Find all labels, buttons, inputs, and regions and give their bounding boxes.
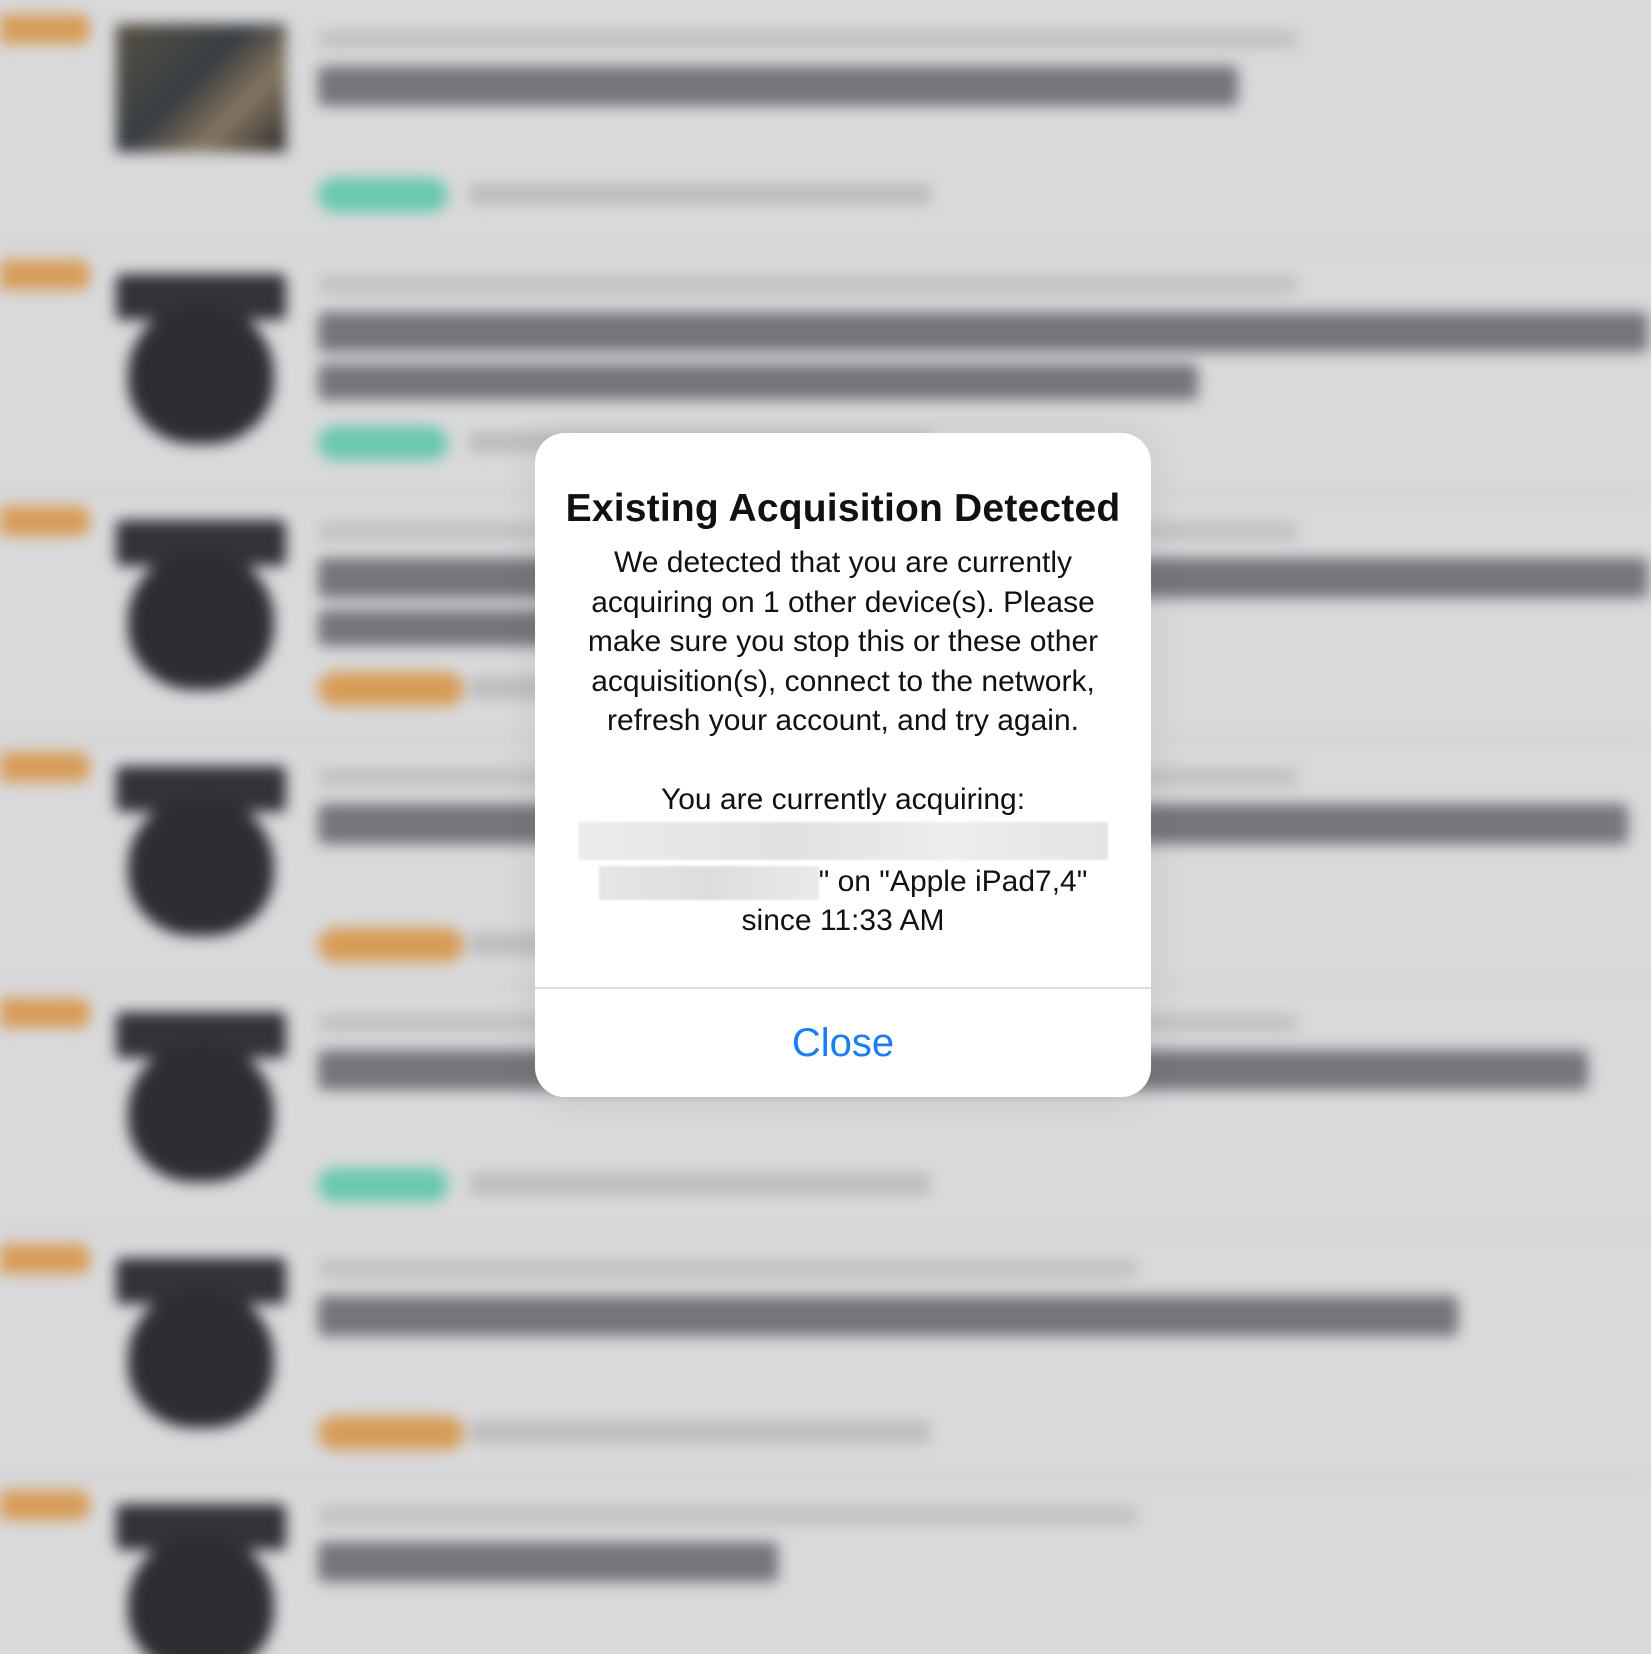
close-button[interactable]: Close: [535, 989, 1151, 1097]
alert-message: We detected that you are currently acqui…: [587, 546, 1099, 737]
alert-title: Existing Acquisition Detected: [565, 487, 1121, 530]
alert-detail-heading: You are currently acquiring:: [660, 783, 1026, 816]
app-screen: Existing Acquisition Detected We detecte…: [0, 0, 1651, 1654]
existing-acquisition-alert: Existing Acquisition Detected We detecte…: [535, 433, 1151, 1097]
alert-detail-device: " on "Apple iPad7,4": [818, 864, 1088, 898]
redacted-acquisition-name: [578, 821, 1108, 860]
alert-detail-device-line: " on "Apple iPad7,4": [555, 862, 1131, 902]
alert-content: Existing Acquisition Detected We detecte…: [535, 433, 1151, 988]
alert-detail: You are currently acquiring: " on "Apple…: [555, 780, 1131, 941]
redacted-acquisition-name-end: [598, 865, 819, 900]
alert-detail-since: since 11:33 AM: [741, 904, 945, 937]
